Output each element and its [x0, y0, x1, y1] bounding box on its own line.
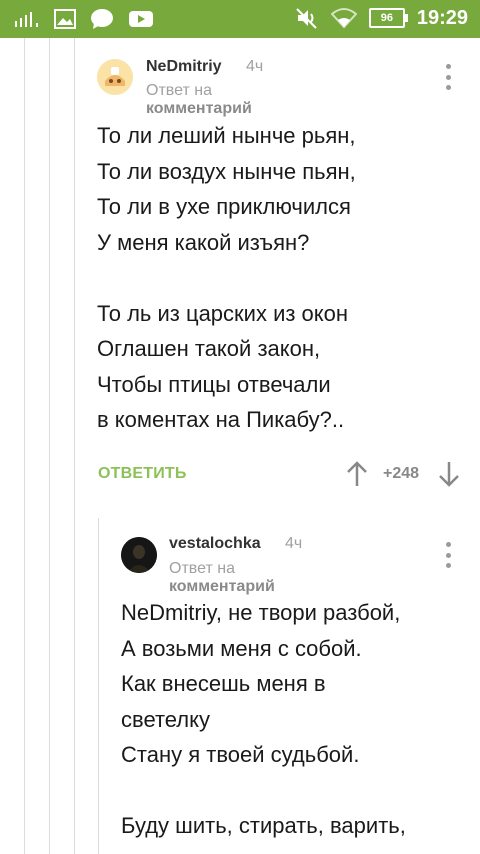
thread-line	[98, 518, 99, 854]
chat-icon	[91, 9, 113, 29]
downvote-icon[interactable]	[437, 460, 461, 488]
reply-to-link[interactable]: комментарий	[169, 578, 275, 595]
more-options-icon[interactable]	[438, 64, 458, 90]
upvote-icon[interactable]	[345, 460, 369, 488]
mute-icon	[296, 8, 317, 29]
reply-to-line: Ответ на комментарий	[146, 82, 252, 118]
comment-body: NeDmitriy, не твори разбой, А возьми мен…	[121, 600, 406, 838]
comment-author[interactable]: NeDmitriy	[146, 58, 222, 76]
avatar-image	[121, 537, 157, 573]
avatar[interactable]	[121, 537, 157, 573]
status-bar: 96 19:29	[0, 0, 480, 38]
thread-line	[74, 38, 75, 854]
comment-time: 4ч	[246, 58, 264, 75]
signal-icon	[15, 12, 38, 27]
wifi-icon	[330, 8, 357, 29]
more-options-icon[interactable]	[438, 542, 458, 568]
gallery-icon	[54, 9, 76, 29]
comment-body: То ли леший нынче рьян, То ли воздух нын…	[97, 123, 356, 432]
battery-level: 96	[380, 12, 393, 24]
thread-line	[24, 38, 25, 854]
comment-time: 4ч	[285, 535, 303, 552]
reply-to-link[interactable]: комментарий	[146, 100, 252, 117]
reply-to-prefix: Ответ на	[146, 82, 212, 99]
avatar[interactable]	[97, 59, 133, 95]
avatar-image	[97, 59, 133, 95]
reply-to-line: Ответ на комментарий	[169, 560, 275, 596]
clock: 19:29	[416, 6, 468, 29]
thread-line	[49, 38, 50, 854]
reply-to-prefix: Ответ на	[169, 560, 235, 577]
reply-button[interactable]: ОТВЕТИТЬ	[98, 465, 187, 483]
rating: +248	[383, 465, 420, 482]
comment-author[interactable]: vestalochka	[169, 535, 261, 553]
battery-icon: 96	[368, 8, 408, 28]
youtube-icon	[129, 11, 153, 27]
